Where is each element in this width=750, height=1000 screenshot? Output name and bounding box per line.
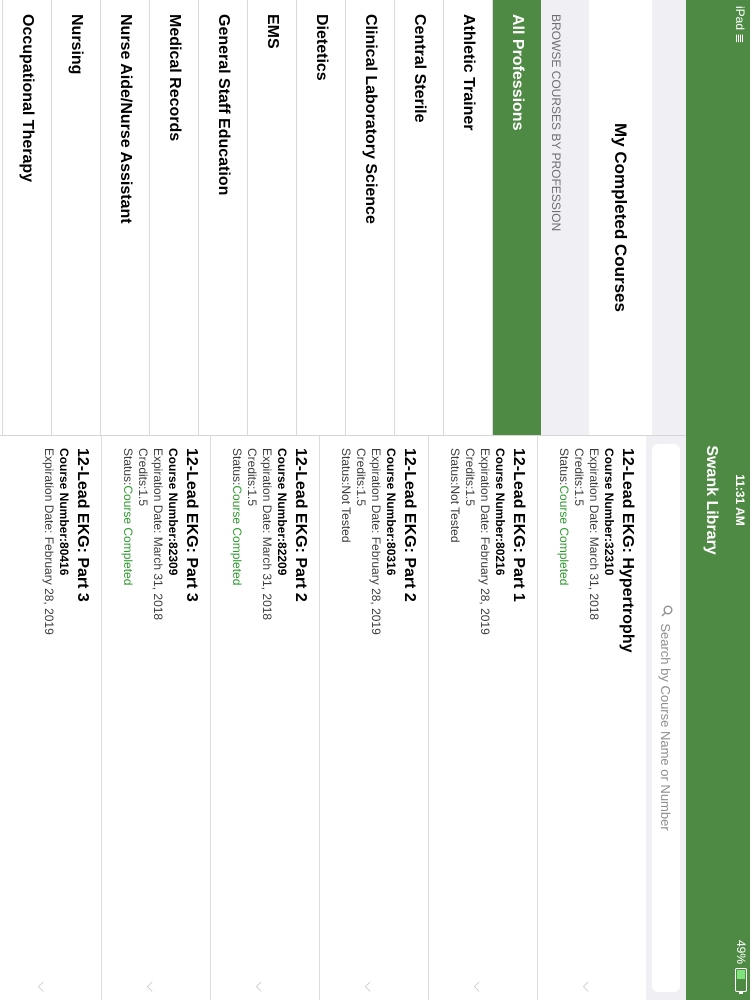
battery-indicator: 49% <box>734 940 748 992</box>
course-status-value: Course Completed <box>121 485 135 586</box>
chevron-down-icon: ⌵ <box>35 981 51 992</box>
sidebar-spacer <box>652 0 686 435</box>
course-status-value: Not Tested <box>339 485 353 543</box>
chevron-down-icon: ⌵ <box>144 981 160 992</box>
course-title: 12-Lead EKG: Part 3 <box>183 448 200 602</box>
course-title: 12-Lead EKG: Part 2 <box>292 448 309 602</box>
course-row[interactable]: 12-Lead EKG: Hypertrophy Course Number:32… <box>537 436 646 1000</box>
course-row[interactable]: 12-Lead EKG: Part 2 Course Number:82209 Ex… <box>210 436 319 1000</box>
course-number: Course Number:80216 <box>493 448 507 576</box>
chevron-down-icon: ⌵ <box>253 981 269 992</box>
profession-item[interactable]: Clinical Laboratory Science <box>345 0 394 435</box>
course-title: 12-Lead EKG: Hypertrophy <box>619 448 636 653</box>
course-credits: Credits:1.5 <box>354 448 368 507</box>
browse-by-profession-header: BROWSE COURSES BY PROFESSION <box>541 0 589 435</box>
battery-icon <box>735 968 747 992</box>
course-status-value: Course Completed <box>557 485 571 586</box>
course-credits: Credits:1.5 <box>136 448 150 507</box>
course-number: Course Number:80416 <box>57 448 71 576</box>
course-status: Status:Course Completed <box>556 448 571 990</box>
profession-item[interactable]: All Professions <box>492 0 541 435</box>
profession-item[interactable]: Medical Records <box>149 0 198 435</box>
course-status: Status:Course Completed <box>229 448 244 990</box>
course-status: Status:Not Tested <box>338 448 353 990</box>
course-number: Course Number:82209 <box>275 448 289 576</box>
course-status-label: Status: <box>230 448 244 486</box>
course-status-label: Status: <box>121 448 135 486</box>
course-list: 12-Lead EKG: Hypertrophy Course Number:32… <box>0 436 646 1000</box>
top-bar: iPad ≣ 11:31 AM 49% Swank Library <box>686 0 750 1000</box>
course-number: Course Number:32310 <box>602 448 616 576</box>
course-number: Course Number:80316 <box>384 448 398 576</box>
battery-percent: 49% <box>734 939 748 964</box>
course-expiration: Expiration Date: February 28, 2019 <box>369 448 383 635</box>
battery-fill <box>737 970 745 979</box>
course-row[interactable]: 12-Lead EKG: Part 3 Course Number:80416 Ex… <box>0 436 101 1000</box>
course-list-panel: Search by Course Name or Number 12-Lead … <box>0 436 686 1000</box>
chevron-down-icon: ⌵ <box>580 981 596 992</box>
course-title: 12-Lead EKG: Part 2 <box>401 448 418 602</box>
app-screen: iPad ≣ 11:31 AM 49% Swank Library My Com… <box>0 0 750 1000</box>
course-status-value: Not Tested <box>448 485 462 543</box>
search-bar: Search by Course Name or Number <box>646 436 686 1000</box>
profession-item[interactable]: Athletic Trainer <box>443 0 492 435</box>
profession-item[interactable]: General Staff Education <box>198 0 247 435</box>
course-number: Course Number:82309 <box>166 448 180 576</box>
my-completed-courses-button[interactable]: My Completed Courses <box>589 0 652 435</box>
course-title: 12-Lead EKG: Part 1 <box>510 448 527 602</box>
profession-item[interactable]: Occupational Therapy <box>2 0 51 435</box>
course-credits: Credits:1.5 <box>245 448 259 507</box>
chevron-down-icon: ⌵ <box>362 981 378 992</box>
profession-list: All Professions Athletic Trainer Central S… <box>2 0 541 435</box>
sidebar: My Completed Courses BROWSE COURSES BY P… <box>0 0 686 436</box>
course-title: 12-Lead EKG: Part 3 <box>74 448 91 602</box>
search-icon <box>659 605 674 617</box>
profession-item[interactable]: Nurse Aide/Nurse Assistant <box>100 0 149 435</box>
course-credits: Credits:1.5 <box>463 448 477 507</box>
course-status-label: Status: <box>448 448 462 486</box>
course-row[interactable]: 12-Lead EKG: Part 3 Course Number:82309 Ex… <box>101 436 210 1000</box>
course-status: Status:Not Tested <box>447 448 462 990</box>
course-expiration: Expiration Date: March 31, 2018 <box>151 448 165 621</box>
course-row[interactable]: 12-Lead EKG: Part 1 Course Number:80216 Ex… <box>428 436 537 1000</box>
profession-item[interactable]: Dietetics <box>296 0 345 435</box>
course-expiration: Expiration Date: March 31, 2018 <box>260 448 274 621</box>
course-status-value: Course Completed <box>230 485 244 586</box>
profession-item[interactable]: EMS <box>247 0 296 435</box>
chevron-down-icon: ⌵ <box>471 981 487 992</box>
profession-item[interactable]: Central Sterile <box>394 0 443 435</box>
screen-rotated-view: iPad ≣ 11:31 AM 49% Swank Library My Com… <box>0 0 750 1000</box>
search-placeholder: Search by Course Name or Number <box>658 623 674 831</box>
profession-item[interactable]: Nursing <box>51 0 100 435</box>
status-bar: iPad ≣ 11:31 AM 49% <box>730 0 750 1000</box>
nav-title: Swank Library <box>703 445 720 555</box>
course-row[interactable]: 12-Lead EKG: Part 2 Course Number:80316 Ex… <box>319 436 428 1000</box>
course-status-label: Status: <box>557 448 571 486</box>
course-status-label: Status: <box>339 448 353 486</box>
clock: 11:31 AM <box>733 474 747 526</box>
course-credits: Credits:1.5 <box>572 448 586 507</box>
course-expiration: Expiration Date: February 28, 2019 <box>478 448 492 635</box>
course-expiration: Expiration Date: March 31, 2018 <box>587 448 601 621</box>
search-input[interactable]: Search by Course Name or Number <box>652 444 680 992</box>
course-expiration: Expiration Date: February 28, 2019 <box>42 448 56 635</box>
course-status: Status:Course Completed <box>120 448 135 990</box>
